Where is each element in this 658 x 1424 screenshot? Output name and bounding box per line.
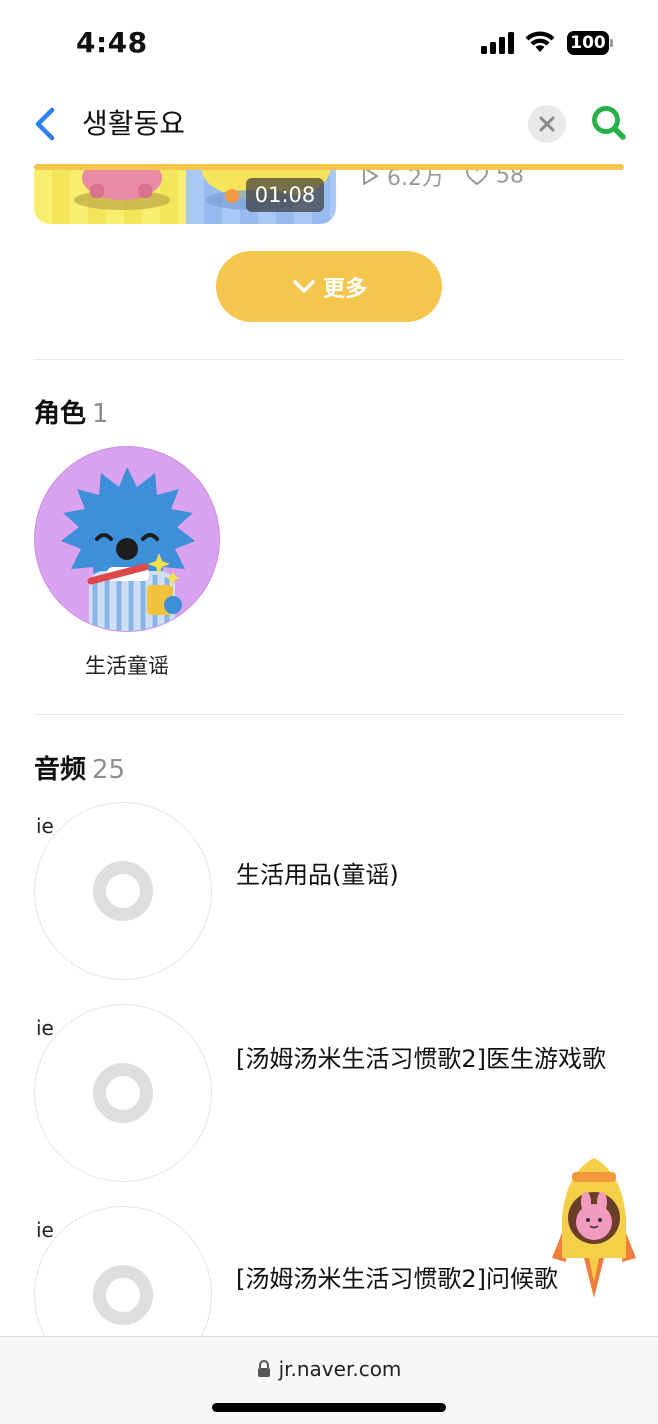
search-input[interactable]: 생활동요 [82,104,185,144]
url-domain: jr.naver.com [278,1357,402,1381]
clear-search-button[interactable] [528,105,566,143]
search-header-underline [34,164,624,170]
video-thumbnail[interactable]: 01:08 [34,170,336,224]
chevron-left-icon[interactable] [28,104,64,144]
character-card[interactable]: 生活童谣 [34,446,220,678]
wifi-icon [525,31,555,52]
characters-count: 1 [92,399,109,429]
audio-item-title: [汤姆汤米生活习惯歌2]医生游戏歌 [236,1045,606,1073]
audio-disc-thumbnail [34,802,212,980]
audio-disc-thumbnail [34,1004,212,1182]
disc-label: ie [36,1016,54,1040]
audio-list-item[interactable]: ie [汤姆汤米生活习惯歌2]医生游戏歌 [34,1004,624,1182]
characters-title: 角色 [34,399,87,429]
rocket-top-button-icon[interactable] [550,1158,638,1306]
section-divider [34,359,624,360]
status-bar: 4:48 100 [0,0,658,88]
section-divider [34,714,624,715]
url-display: jr.naver.com [0,1357,658,1381]
lock-icon [257,1360,270,1377]
audio-section-title: 音频 25 [34,749,125,786]
cellular-signal-icon [481,32,514,54]
disc-label: ie [36,1218,54,1242]
battery-icon: 100 [567,31,613,55]
character-illustration [61,467,195,631]
audio-list-item[interactable]: ie 生活用品(童谣) [34,802,624,980]
search-header: 생활동요 [0,88,658,164]
search-icon[interactable] [589,103,629,143]
more-button-label: 更多 [322,276,367,302]
disc-icon [93,861,153,921]
disc-label: ie [36,814,54,838]
audio-count: 25 [92,755,126,785]
disc-icon [93,1063,153,1123]
close-icon [539,116,555,132]
audio-title: 音频 [34,755,87,785]
more-button[interactable]: 更多 [216,251,442,322]
battery-level: 100 [567,31,609,55]
audio-item-title: 生活用品(童谣) [236,861,399,889]
characters-section-title: 角色 1 [34,393,109,430]
browser-url-bar[interactable]: jr.naver.com [0,1336,658,1424]
thumbnail-illustration [74,170,170,210]
character-name: 生活童谣 [85,654,169,678]
disc-icon [93,1265,153,1325]
status-time: 4:48 [76,26,148,59]
video-duration-badge: 01:08 [246,178,324,212]
home-indicator [212,1403,446,1412]
character-avatar [34,446,220,632]
chevron-down-icon [293,279,315,293]
